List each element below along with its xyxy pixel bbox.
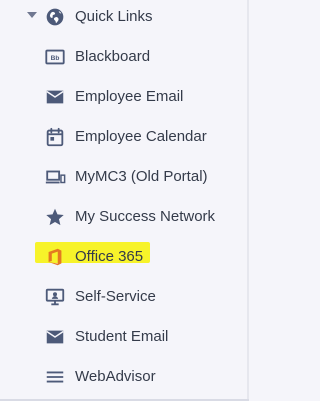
quick-link-label: Blackboard (75, 48, 151, 65)
screen-person-icon (45, 288, 65, 306)
quick-link-label: WebAdvisor (75, 368, 156, 385)
quick-link-mymc3-old-portal[interactable]: MyMC3 (Old Portal) (0, 156, 247, 196)
quick-link-office-365[interactable]: Office 365 (0, 236, 247, 276)
quick-links-section-header[interactable]: Quick Links (0, 0, 247, 34)
star-icon (46, 208, 64, 226)
chevron-down-icon[interactable] (27, 12, 37, 18)
quick-link-label: Office 365 (75, 248, 144, 265)
quick-link-label: Self-Service (75, 288, 156, 305)
quick-link-label: Employee Calendar (75, 128, 207, 145)
laptop-phone-icon (45, 170, 66, 184)
quick-link-student-email[interactable]: Student Email (0, 316, 247, 356)
quick-link-my-success-network[interactable]: My Success Network (0, 196, 247, 236)
globe-icon (46, 8, 64, 26)
quick-link-blackboard[interactable]: Bb Blackboard (0, 36, 247, 76)
envelope-icon (46, 90, 64, 104)
quick-link-self-service[interactable]: Self-Service (0, 276, 247, 316)
right-border (247, 0, 249, 401)
quick-link-label: My Success Network (75, 208, 216, 225)
svg-text:Bb: Bb (51, 55, 60, 62)
quick-link-webadvisor[interactable]: WebAdvisor (0, 356, 247, 396)
blackboard-logo-icon: Bb (45, 49, 65, 65)
calendar-icon (46, 127, 64, 147)
mail-icon (46, 330, 64, 344)
office-logo-icon (48, 248, 62, 266)
quick-link-label: MyMC3 (Old Portal) (75, 168, 208, 185)
menu-lines-icon (46, 371, 64, 383)
section-title: Quick Links (75, 8, 153, 25)
quick-link-employee-calendar[interactable]: Employee Calendar (0, 116, 247, 156)
quick-link-label: Employee Email (75, 88, 184, 105)
quick-link-employee-email[interactable]: Employee Email (0, 76, 247, 116)
quick-link-label: Student Email (75, 328, 169, 345)
